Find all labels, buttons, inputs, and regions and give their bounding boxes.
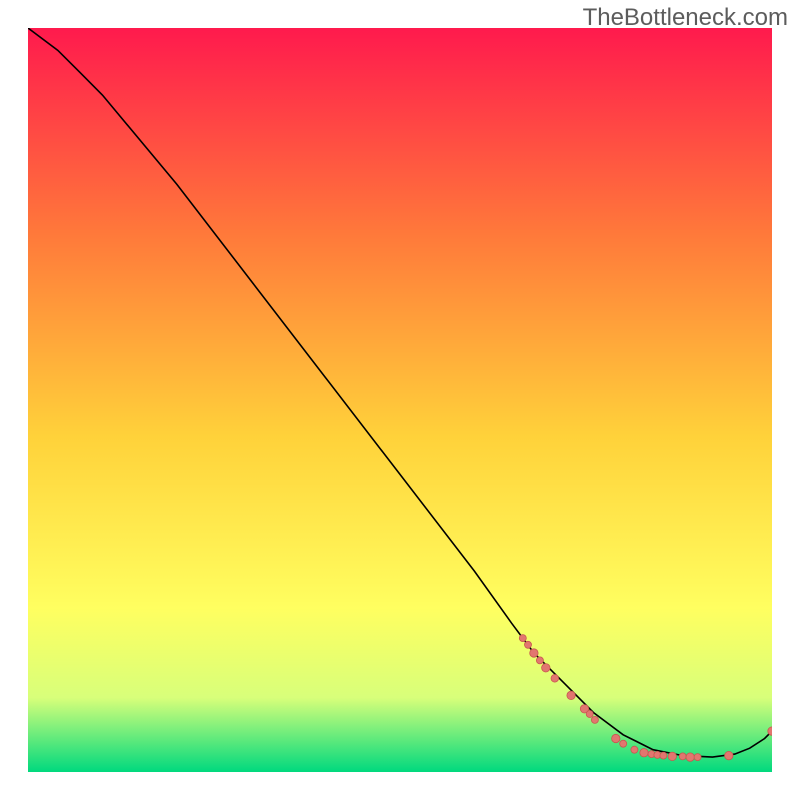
- curve-marker: [536, 657, 543, 664]
- curve-marker: [640, 749, 648, 757]
- curve-marker: [660, 752, 667, 759]
- curve-marker: [694, 754, 701, 761]
- curve-marker: [525, 641, 532, 648]
- curve-marker: [542, 664, 550, 672]
- curve-marker: [586, 711, 593, 718]
- curve-marker: [591, 716, 598, 723]
- watermark-text: TheBottleneck.com: [583, 4, 788, 32]
- curve-marker: [567, 691, 575, 699]
- curve-marker: [551, 675, 559, 683]
- curve-marker: [725, 751, 733, 759]
- plot-area: [28, 28, 772, 772]
- curve-marker: [620, 740, 627, 747]
- curve-marker: [530, 649, 538, 657]
- bottleneck-chart: [28, 28, 772, 772]
- curve-marker: [612, 734, 620, 742]
- curve-marker: [668, 752, 676, 760]
- curve-marker: [679, 753, 686, 760]
- chart-stage: TheBottleneck.com: [0, 0, 800, 800]
- curve-marker: [519, 635, 526, 642]
- curve-marker: [631, 746, 638, 753]
- curve-marker: [686, 753, 694, 761]
